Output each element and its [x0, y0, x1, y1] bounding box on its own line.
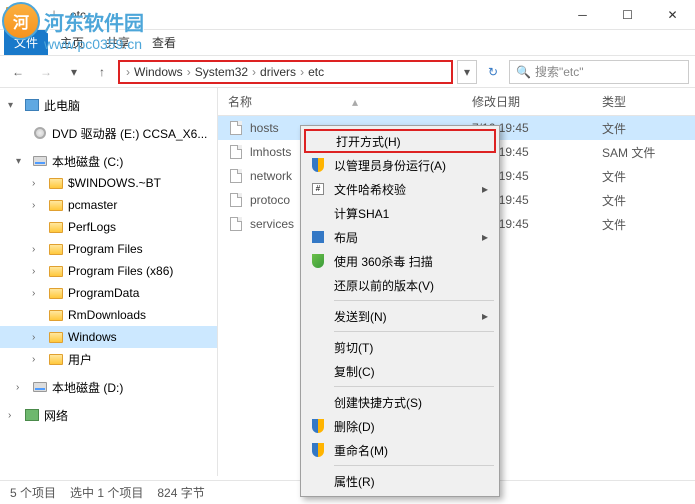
tree-folder[interactable]: ›pcmaster: [0, 194, 217, 216]
status-count: 5 个项目: [10, 484, 56, 501]
tree-folder-windows[interactable]: ›Windows: [0, 326, 217, 348]
folder-icon: [6, 7, 22, 23]
menu-delete[interactable]: 删除(D): [304, 414, 496, 438]
tree-folder[interactable]: RmDownloads: [0, 304, 217, 326]
shield-icon: [310, 418, 326, 434]
tree-folder[interactable]: ›Program Files (x86): [0, 260, 217, 282]
address-dropdown[interactable]: ▾: [457, 60, 477, 84]
navigation-tree[interactable]: ▾此电脑 DVD 驱动器 (E:) CCSA_X6... ▾本地磁盘 (C:) …: [0, 88, 218, 476]
tree-network[interactable]: ›网络: [0, 404, 217, 426]
menu-copy[interactable]: 复制(C): [304, 359, 496, 383]
search-placeholder: 搜索"etc": [535, 63, 584, 80]
ribbon-tabs: 文件 主页 共享 查看: [0, 30, 695, 56]
menu-separator: [334, 465, 494, 466]
chevron-right-icon: ›: [126, 65, 130, 79]
crumb-windows[interactable]: Windows: [132, 65, 185, 79]
file-icon: [228, 216, 244, 232]
menu-sha1[interactable]: 计算SHA1: [304, 201, 496, 225]
column-headers: 名称▴ 修改日期 类型: [218, 88, 695, 116]
menu-rename[interactable]: 重命名(M): [304, 438, 496, 462]
tree-disk-d[interactable]: ›本地磁盘 (D:): [0, 376, 217, 398]
tree-disk-c[interactable]: ▾本地磁盘 (C:): [0, 150, 217, 172]
tree-folder[interactable]: ›用户: [0, 348, 217, 370]
file-icon: [228, 120, 244, 136]
overflow-icon[interactable]: ▾: [26, 7, 42, 23]
tree-this-pc[interactable]: ▾此电脑: [0, 94, 217, 116]
shield-icon: [310, 157, 326, 173]
file-icon: [228, 168, 244, 184]
menu-properties[interactable]: 属性(R): [304, 469, 496, 493]
tree-folder[interactable]: ›Program Files: [0, 238, 217, 260]
menu-send-to[interactable]: 发送到(N) ▸: [304, 304, 496, 328]
search-input[interactable]: 🔍 搜索"etc": [509, 60, 689, 84]
address-bar: ← → ▾ ↑ › Windows › System32 › drivers ›…: [0, 56, 695, 88]
sort-arrow-icon: ▴: [352, 95, 358, 109]
tree-folder[interactable]: PerfLogs: [0, 216, 217, 238]
chevron-right-icon: ▸: [482, 230, 488, 244]
context-menu: 打开方式(H) 以管理员身份运行(A) # 文件哈希校验 ▸ 计算SHA1 布局…: [300, 125, 500, 497]
menu-360scan[interactable]: 使用 360杀毒 扫描: [304, 249, 496, 273]
tree-dvd[interactable]: DVD 驱动器 (E:) CCSA_X6...: [0, 122, 217, 144]
tab-view[interactable]: 查看: [142, 30, 186, 55]
menu-open-with[interactable]: 打开方式(H): [304, 129, 496, 153]
crumb-system32[interactable]: System32: [193, 65, 250, 79]
chevron-right-icon: ▸: [482, 309, 488, 323]
chevron-right-icon: ▸: [482, 182, 488, 196]
tree-folder[interactable]: ›ProgramData: [0, 282, 217, 304]
breadcrumb[interactable]: › Windows › System32 › drivers › etc: [118, 60, 453, 84]
shield-icon: [310, 442, 326, 458]
menu-hash[interactable]: # 文件哈希校验 ▸: [304, 177, 496, 201]
titlebar: ▾ | etc ─ ☐ ✕: [0, 0, 695, 30]
menu-layout[interactable]: 布局 ▸: [304, 225, 496, 249]
minimize-button[interactable]: ─: [560, 1, 605, 29]
up-button[interactable]: ↑: [90, 60, 114, 84]
crumb-etc[interactable]: etc: [306, 65, 326, 79]
menu-cut[interactable]: 剪切(T): [304, 335, 496, 359]
search-icon: 🔍: [516, 65, 531, 79]
close-button[interactable]: ✕: [650, 1, 695, 29]
forward-button[interactable]: →: [34, 60, 58, 84]
layout-icon: [310, 229, 326, 245]
file-icon: [228, 144, 244, 160]
tab-file[interactable]: 文件: [4, 30, 48, 55]
menu-run-as-admin[interactable]: 以管理员身份运行(A): [304, 153, 496, 177]
header-date[interactable]: 修改日期: [472, 93, 602, 110]
status-size: 824 字节: [157, 484, 204, 501]
tree-folder[interactable]: ›$WINDOWS.~BT: [0, 172, 217, 194]
menu-separator: [334, 386, 494, 387]
menu-separator: [334, 300, 494, 301]
menu-separator: [334, 331, 494, 332]
header-name[interactable]: 名称▴: [228, 93, 472, 110]
shield-green-icon: [310, 253, 326, 269]
tab-home[interactable]: 主页: [50, 30, 94, 55]
divider-icon: |: [46, 7, 62, 23]
maximize-button[interactable]: ☐: [605, 1, 650, 29]
menu-shortcut[interactable]: 创建快捷方式(S): [304, 390, 496, 414]
header-type[interactable]: 类型: [602, 93, 682, 110]
crumb-drivers[interactable]: drivers: [258, 65, 298, 79]
back-button[interactable]: ←: [6, 60, 30, 84]
window-title: etc: [62, 8, 86, 22]
tab-share[interactable]: 共享: [96, 30, 140, 55]
menu-restore[interactable]: 还原以前的版本(V): [304, 273, 496, 297]
hash-icon: #: [310, 181, 326, 197]
history-dropdown[interactable]: ▾: [62, 60, 86, 84]
file-icon: [228, 192, 244, 208]
status-selected: 选中 1 个项目: [70, 484, 143, 501]
refresh-button[interactable]: ↻: [481, 60, 505, 84]
